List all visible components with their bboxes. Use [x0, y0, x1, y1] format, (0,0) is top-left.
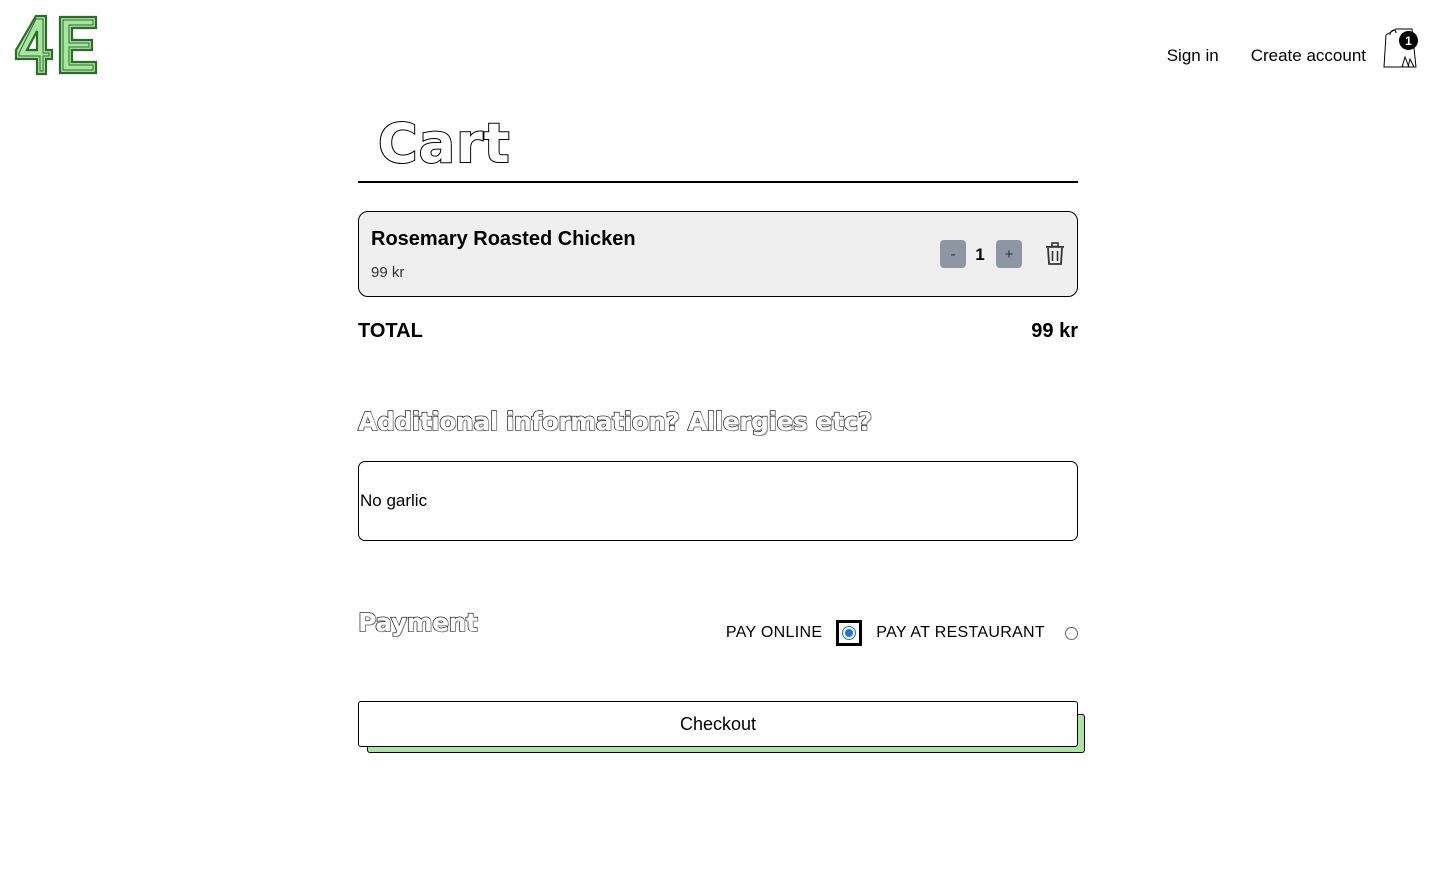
- payment-heading: Payment: [357, 607, 478, 637]
- payment-options: PAY ONLINE PAY AT RESTAURANT: [726, 620, 1078, 646]
- total-value: 99 kr: [1031, 320, 1078, 342]
- logo[interactable]: [14, 14, 100, 76]
- radio-selected-indicator: [842, 626, 857, 640]
- increase-quantity-button[interactable]: +: [996, 240, 1022, 268]
- item-price: 99 kr: [371, 264, 405, 281]
- cart-count-badge: 1: [1399, 31, 1418, 50]
- quantity-value: 1: [975, 245, 985, 264]
- total-label: TOTAL: [358, 320, 423, 342]
- page-title: Cart: [377, 111, 511, 176]
- sign-in-link[interactable]: Sign in: [1167, 46, 1219, 66]
- cart-button[interactable]: 1: [1382, 27, 1418, 69]
- pay-at-restaurant-label: PAY AT RESTAURANT: [876, 624, 1045, 641]
- trash-icon: [1046, 242, 1064, 265]
- additional-info-textarea[interactable]: No garlic: [358, 461, 1078, 541]
- top-nav: Sign in Create account 1: [1167, 28, 1418, 77]
- decrease-quantity-button[interactable]: -: [940, 240, 966, 268]
- pay-online-label: PAY ONLINE: [725, 624, 823, 641]
- pay-at-restaurant-radio[interactable]: [1065, 626, 1078, 640]
- logo-4e-graphic: [14, 14, 98, 76]
- item-name: Rosemary Roasted Chicken: [371, 228, 636, 250]
- remove-item-button[interactable]: [1045, 242, 1065, 266]
- title-divider: [358, 181, 1078, 183]
- pay-online-radio[interactable]: [836, 620, 863, 646]
- cart-item: Rosemary Roasted Chicken 99 kr - 1 +: [358, 211, 1078, 297]
- create-account-link[interactable]: Create account: [1251, 46, 1366, 66]
- checkout-button[interactable]: Checkout: [358, 701, 1078, 747]
- additional-info-heading: Additional information? Allergies etc?: [357, 406, 873, 436]
